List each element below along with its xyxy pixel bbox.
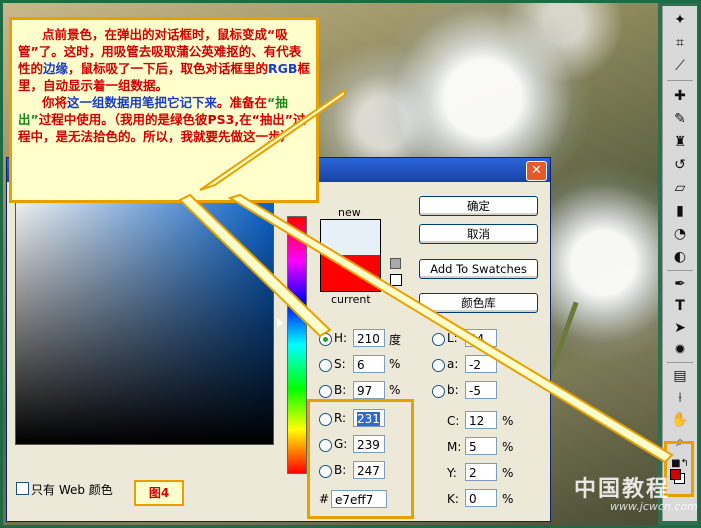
callout-arrows bbox=[178, 88, 674, 464]
arrow-to-rgb bbox=[178, 193, 332, 338]
figure-label: 图4 bbox=[134, 480, 184, 506]
watermark: 中国教程 bbox=[574, 477, 671, 502]
watermark-url: www.jcwcn.com bbox=[610, 500, 698, 513]
arrow-to-photo bbox=[199, 88, 346, 191]
arrow-to-toolbox bbox=[227, 193, 674, 464]
